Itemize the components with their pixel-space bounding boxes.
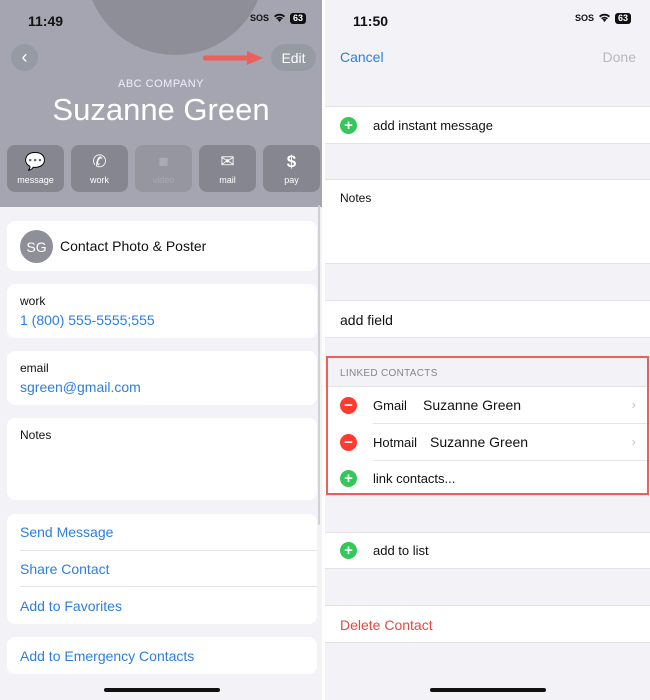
dollar-icon: $	[286, 152, 297, 171]
done-button[interactable]: Done	[603, 49, 636, 65]
notes-field[interactable]: Notes	[7, 418, 317, 500]
phone-icon: ✆	[92, 152, 107, 171]
share-contact-link[interactable]: Share Contact	[20, 561, 110, 577]
scrollbar[interactable]	[318, 205, 320, 525]
status-time: 11:50	[353, 13, 389, 29]
video-camera-icon: ■	[158, 152, 169, 171]
mail-action-button[interactable]: ✉ mail	[199, 145, 256, 192]
divider	[20, 586, 317, 587]
contact-detail-screen: 11:49 SOS 63 ‹ Edit ABC COMPANY Suzanne …	[0, 0, 322, 700]
contact-header: 11:49 SOS 63 ‹ Edit ABC COMPANY Suzanne …	[0, 0, 322, 207]
avatar: SG	[20, 230, 53, 263]
edit-contact-screen: 11:50 SOS 63 Cancel Done + add instant m…	[325, 0, 650, 700]
action-label: pay	[284, 175, 299, 185]
pay-action-button[interactable]: $ pay	[263, 145, 320, 192]
add-to-list-label: add to list	[373, 543, 429, 558]
status-icons: SOS 63	[250, 12, 307, 24]
home-indicator[interactable]	[430, 688, 546, 692]
company-name: ABC COMPANY	[118, 78, 204, 90]
home-indicator[interactable]	[104, 688, 220, 692]
divider	[20, 550, 317, 551]
action-label: message	[17, 175, 54, 185]
action-label: mail	[219, 175, 236, 185]
contact-photo-poster-row[interactable]: SG Contact Photo & Poster	[7, 221, 317, 271]
notes-label: Notes	[340, 191, 372, 205]
battery-icon: 63	[615, 12, 632, 24]
email-value[interactable]: sgreen@gmail.com	[20, 379, 141, 395]
emergency-contacts-row[interactable]: Add to Emergency Contacts	[7, 637, 317, 674]
status-time: 11:49	[28, 13, 64, 29]
delete-contact-row[interactable]: Delete Contact	[325, 605, 650, 643]
add-circle-icon[interactable]: +	[340, 117, 357, 134]
photo-poster-label: Contact Photo & Poster	[60, 238, 207, 254]
sos-indicator: SOS	[575, 13, 595, 23]
chevron-left-icon: ‹	[21, 47, 28, 67]
sos-indicator: SOS	[250, 13, 270, 23]
annotation-arrow-icon	[203, 51, 263, 65]
send-message-link[interactable]: Send Message	[20, 524, 113, 540]
add-circle-icon[interactable]: +	[340, 542, 357, 559]
contact-poster	[85, 0, 265, 55]
email-label: email	[20, 361, 49, 375]
action-label: work	[89, 175, 109, 185]
add-field-row[interactable]: add field	[325, 300, 650, 338]
envelope-icon: ✉	[220, 152, 235, 171]
message-action-button[interactable]: 💬 message	[7, 145, 64, 192]
notes-field[interactable]: Notes	[325, 179, 650, 264]
back-button[interactable]: ‹	[11, 44, 38, 71]
delete-contact-button[interactable]: Delete Contact	[340, 617, 433, 633]
call-work-action-button[interactable]: ✆ work	[71, 145, 128, 192]
phone-value[interactable]: 1 (800) 555-5555;555	[20, 312, 155, 328]
cancel-button[interactable]: Cancel	[340, 49, 384, 65]
contact-actions-list: Send Message Share Contact Add to Favori…	[7, 514, 317, 624]
wifi-icon	[598, 12, 611, 24]
phone-label: work	[20, 294, 46, 308]
battery-icon: 63	[290, 12, 307, 24]
status-icons: SOS 63	[575, 12, 632, 24]
add-to-list-row[interactable]: + add to list	[325, 532, 650, 569]
action-label: video	[152, 175, 175, 185]
edit-button[interactable]: Edit	[271, 44, 316, 71]
phone-field[interactable]: work 1 (800) 555-5555;555	[7, 284, 317, 338]
annotation-highlight-box	[326, 356, 649, 495]
email-field[interactable]: email sgreen@gmail.com	[7, 351, 317, 405]
quick-actions: 💬 message ✆ work ■ video ✉ mail $ pay	[7, 145, 320, 192]
message-bubble-icon: 💬	[24, 152, 47, 171]
contact-name: Suzanne Green	[52, 92, 270, 127]
video-action-button: ■ video	[135, 145, 192, 192]
add-to-favorites-link[interactable]: Add to Favorites	[20, 598, 122, 614]
add-emergency-contacts-link[interactable]: Add to Emergency Contacts	[20, 648, 194, 664]
add-field-button[interactable]: add field	[340, 312, 393, 328]
notes-label: Notes	[20, 428, 52, 442]
add-instant-message-label: add instant message	[373, 118, 493, 133]
wifi-icon	[273, 12, 286, 24]
add-instant-message-row[interactable]: + add instant message	[325, 106, 650, 144]
